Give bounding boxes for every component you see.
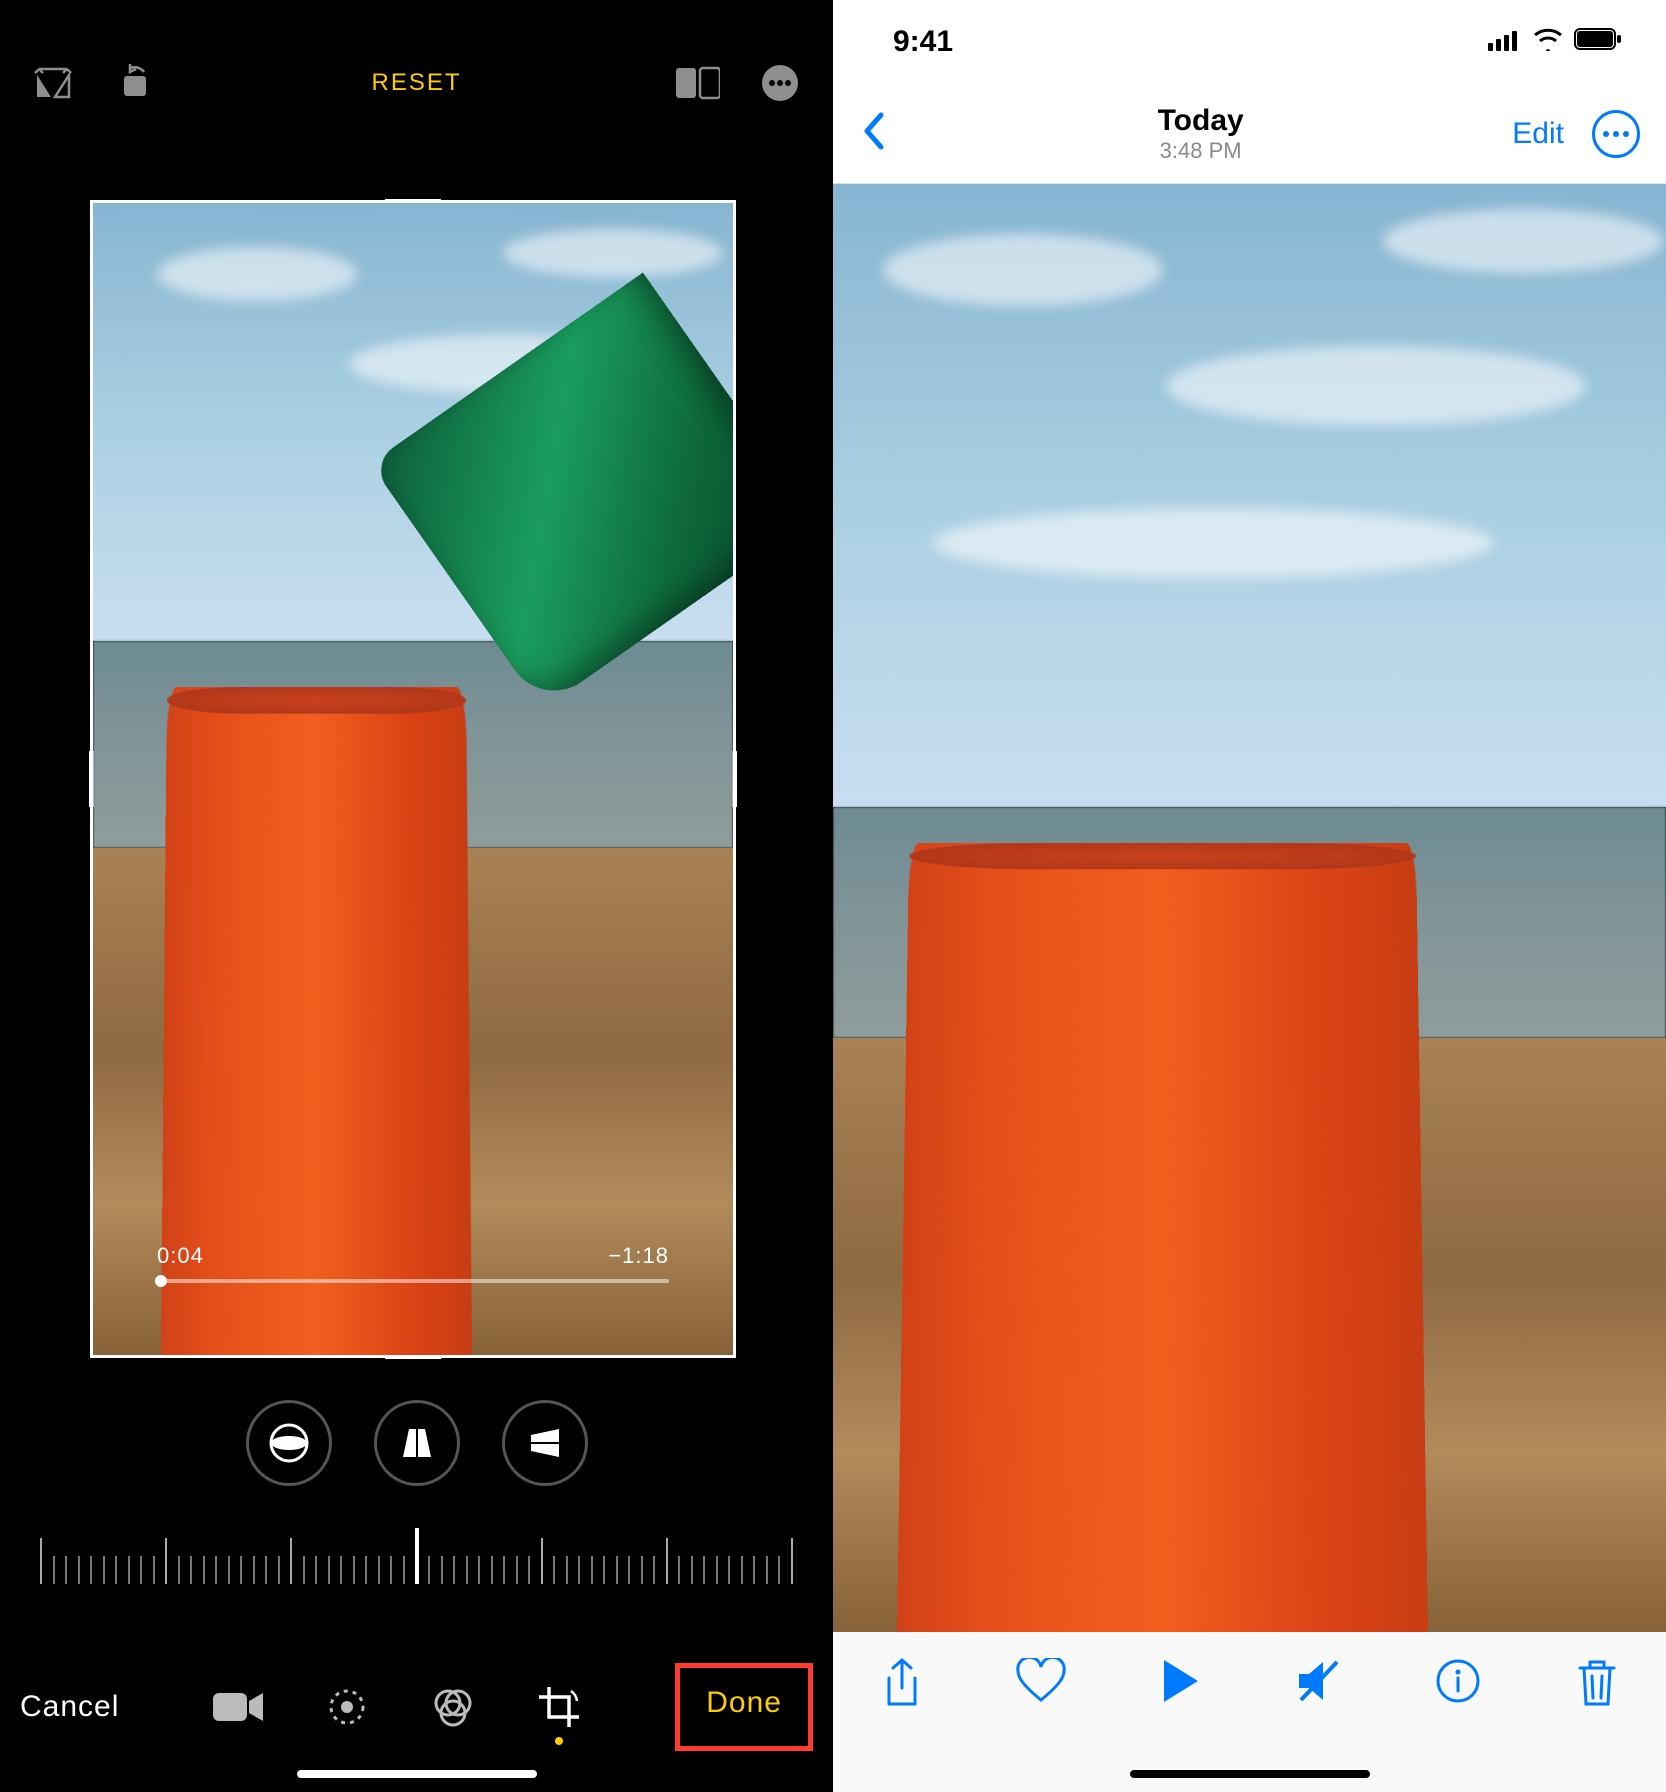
wifi-icon	[1532, 25, 1564, 59]
angle-ruler[interactable]	[40, 1528, 793, 1584]
tab-video-icon[interactable]	[213, 1689, 263, 1725]
elapsed-time: 0:04	[157, 1243, 204, 1269]
back-button[interactable]	[859, 109, 889, 158]
tab-crop-icon[interactable]	[537, 1685, 581, 1729]
home-indicator[interactable]	[1130, 1770, 1370, 1778]
mute-icon[interactable]	[1289, 1658, 1349, 1704]
home-indicator[interactable]	[297, 1770, 537, 1778]
cancel-button[interactable]: Cancel	[20, 1690, 119, 1724]
scrubber-track[interactable]	[157, 1279, 669, 1283]
more-button[interactable]	[1592, 110, 1640, 158]
crop-frame[interactable]: 0:04 −1:18	[90, 200, 736, 1358]
nav-title-block: Today 3:48 PM	[1158, 104, 1244, 164]
done-button[interactable]: Done	[706, 1686, 782, 1719]
photo-editor-screen: RESET	[0, 0, 833, 1792]
viewer-nav: Today 3:48 PM Edit	[833, 84, 1666, 184]
remaining-time: −1:18	[608, 1243, 669, 1269]
perspective-horizontal-icon[interactable]	[502, 1400, 588, 1486]
rotate-icon[interactable]	[112, 60, 158, 106]
battery-icon	[1574, 25, 1622, 59]
editor-top-bar: RESET	[0, 0, 833, 136]
viewer-action-bar	[833, 1632, 1666, 1792]
cellular-icon	[1488, 25, 1522, 59]
active-tab-indicator	[555, 1737, 563, 1745]
reset-button[interactable]: RESET	[371, 69, 461, 96]
tab-filters-icon[interactable]	[431, 1685, 475, 1729]
more-icon[interactable]	[757, 60, 803, 106]
editor-bottom-bar: Cancel	[0, 1622, 833, 1792]
share-icon[interactable]	[872, 1658, 932, 1710]
trash-icon[interactable]	[1567, 1658, 1627, 1708]
crop-adjust-row	[0, 1400, 833, 1486]
video-scrubber[interactable]: 0:04 −1:18	[157, 1243, 669, 1283]
straighten-icon[interactable]	[246, 1400, 332, 1486]
edit-button[interactable]: Edit	[1512, 117, 1564, 151]
tab-adjust-icon[interactable]	[325, 1685, 369, 1729]
nav-subtitle: 3:48 PM	[1158, 138, 1244, 163]
status-bar: 9:41	[833, 0, 1666, 84]
flip-horizontal-icon[interactable]	[30, 60, 76, 106]
status-time: 9:41	[893, 25, 953, 59]
done-highlight: Done	[675, 1663, 813, 1751]
info-icon[interactable]	[1428, 1658, 1488, 1704]
photo-viewer-screen: 9:41	[833, 0, 1666, 1792]
media-viewport[interactable]	[833, 184, 1666, 1632]
video-preview: 0:04 −1:18	[93, 203, 733, 1355]
perspective-vertical-icon[interactable]	[374, 1400, 460, 1486]
heart-icon[interactable]	[1011, 1658, 1071, 1704]
nav-title: Today	[1158, 104, 1244, 139]
aspect-ratio-icon[interactable]	[675, 60, 721, 106]
play-icon[interactable]	[1150, 1658, 1210, 1704]
